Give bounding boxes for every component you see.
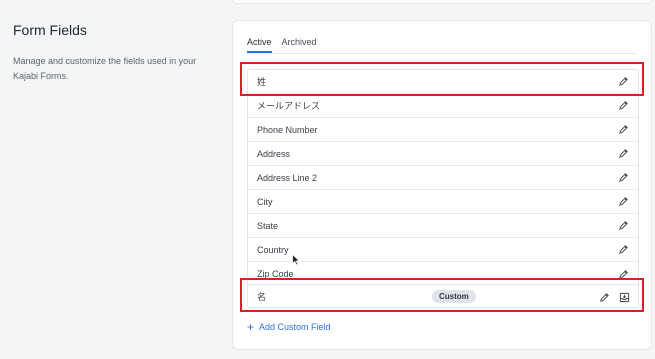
field-label: Phone Number bbox=[257, 124, 318, 135]
previous-card bbox=[232, 0, 652, 4]
custom-field-row[interactable]: 名 Custom bbox=[247, 284, 639, 308]
pencil-icon[interactable] bbox=[617, 220, 629, 232]
custom-badge: Custom bbox=[432, 290, 476, 303]
field-row[interactable]: Address Line 2 bbox=[248, 166, 638, 190]
field-row[interactable]: メールアドレス bbox=[248, 94, 638, 118]
fields-list: 姓メールアドレス Phone Number Address Address Line … bbox=[247, 69, 639, 287]
pencil-icon[interactable] bbox=[617, 124, 629, 136]
pencil-icon[interactable] bbox=[598, 291, 610, 303]
field-row[interactable]: Address bbox=[248, 142, 638, 166]
field-row[interactable]: Phone Number bbox=[248, 118, 638, 142]
tabs-divider bbox=[247, 53, 637, 54]
field-label: State bbox=[257, 220, 279, 231]
field-label: Country bbox=[257, 244, 289, 255]
pencil-icon[interactable] bbox=[617, 172, 629, 184]
field-label: Zip Code bbox=[257, 269, 294, 279]
field-label: 名 bbox=[257, 291, 267, 302]
field-label: メールアドレス bbox=[257, 101, 321, 111]
field-label: Address bbox=[257, 148, 291, 159]
page-title: Form Fields bbox=[13, 22, 87, 38]
archive-box-icon[interactable] bbox=[618, 291, 630, 303]
plus-icon: + bbox=[247, 320, 255, 334]
add-custom-field-link[interactable]: + Add Custom Field bbox=[247, 320, 331, 334]
pencil-icon[interactable] bbox=[617, 196, 629, 208]
field-row[interactable]: 姓 bbox=[248, 70, 638, 94]
field-label: City bbox=[257, 196, 273, 207]
field-row[interactable]: Country bbox=[248, 238, 638, 262]
field-row[interactable]: State bbox=[248, 214, 638, 238]
section-info: Form Fields Manage and customize the fie… bbox=[13, 22, 213, 84]
add-custom-field-label: Add Custom Field bbox=[259, 322, 331, 332]
pencil-icon[interactable] bbox=[617, 268, 629, 280]
field-label: Address Line 2 bbox=[257, 172, 318, 183]
field-row[interactable]: City bbox=[248, 190, 638, 214]
tab-active[interactable]: Active bbox=[247, 36, 272, 53]
form-fields-card: Active Archived 姓メールアドレス Phone Number Addr… bbox=[232, 20, 652, 350]
field-label: 姓 bbox=[257, 77, 267, 87]
pencil-icon[interactable] bbox=[617, 244, 629, 256]
mouse-pointer-icon bbox=[292, 253, 301, 271]
pencil-icon[interactable] bbox=[617, 100, 629, 112]
pencil-icon[interactable] bbox=[617, 148, 629, 160]
tab-archived[interactable]: Archived bbox=[282, 36, 317, 53]
section-description: Manage and customize the fields used in … bbox=[13, 56, 197, 81]
field-row[interactable]: Zip Code bbox=[248, 262, 638, 286]
pencil-icon[interactable] bbox=[617, 76, 629, 88]
